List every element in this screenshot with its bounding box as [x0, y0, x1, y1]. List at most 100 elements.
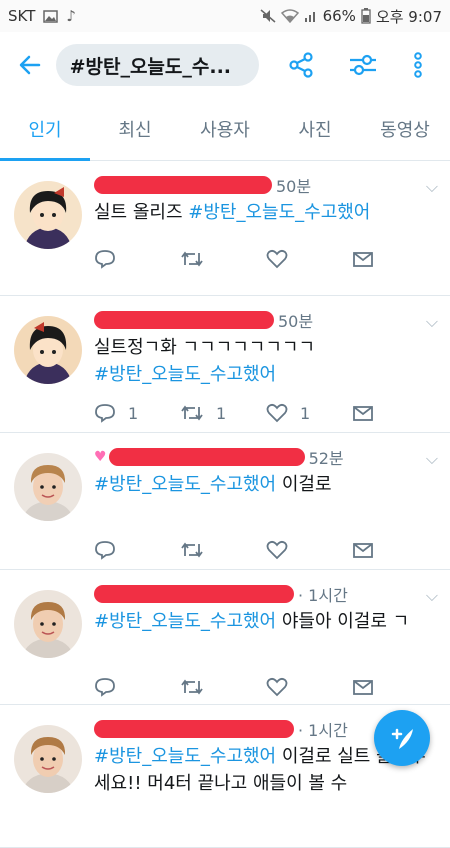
reply-count: 1 [128, 403, 139, 423]
redacted-username [94, 720, 294, 738]
heart-emoji-icon: ♥ [94, 449, 107, 465]
search-input[interactable]: #방탄_오늘도_수... [55, 44, 260, 86]
tab-photos[interactable]: 사진 [270, 98, 360, 160]
retweet-icon [181, 405, 203, 421]
tweet-meta: · 1시간 ⌵ [94, 582, 438, 606]
redacted-username [94, 585, 294, 603]
dm-icon [353, 252, 373, 267]
redacted-username [94, 311, 274, 329]
dm-icon [353, 543, 373, 558]
chevron-down-icon[interactable]: ⌵ [426, 449, 438, 469]
tweet-time: 50분 [276, 177, 312, 196]
more-button[interactable] [398, 45, 438, 85]
tweet-time: 50분 [278, 312, 314, 331]
back-button[interactable] [12, 47, 48, 83]
tab-videos[interactable]: 동영상 [360, 98, 450, 160]
redacted-username [108, 448, 305, 466]
share-button[interactable] [281, 45, 321, 85]
chevron-down-icon[interactable]: ⌵ [426, 177, 438, 197]
like-icon [266, 540, 288, 560]
tweet-actions [94, 672, 438, 702]
more-vertical-icon [414, 52, 423, 78]
tweet-actions [94, 535, 438, 565]
hashtag-link[interactable]: #방탄_오늘도_수고했어 [94, 611, 276, 632]
reply-icon [95, 404, 115, 423]
avatar[interactable] [14, 453, 82, 521]
avatar[interactable] [14, 725, 82, 793]
tweet-meta: ♥ 52분 ⌵ [94, 445, 438, 469]
tweet-actions [94, 244, 438, 274]
like-button[interactable] [266, 539, 352, 561]
chevron-down-icon[interactable]: ⌵ [426, 586, 438, 606]
reply-icon [95, 250, 115, 269]
retweet-button[interactable] [180, 248, 266, 270]
tab-top[interactable]: 인기 [0, 98, 90, 161]
like-icon [266, 249, 288, 269]
tweet-item[interactable]: ♥ 52분 ⌵ #방탄_오늘도_수고했어 이걸로 [0, 433, 450, 570]
tweet-actions: 1 1 1 [94, 398, 438, 428]
reply-icon [95, 541, 115, 560]
reply-button[interactable] [94, 248, 180, 270]
reply-button[interactable] [94, 539, 180, 561]
dm-icon [353, 680, 373, 695]
retweet-icon [181, 679, 203, 695]
dm-icon [353, 406, 373, 421]
like-button[interactable] [266, 248, 352, 270]
signal-icon [304, 12, 315, 22]
tab-latest[interactable]: 최신 [90, 98, 180, 160]
search-header: #방탄_오늘도_수... [0, 32, 450, 98]
tweet-text: #방탄_오늘도_수고했어 야들아 이걸로 ㄱ [94, 611, 410, 632]
dm-button[interactable] [352, 676, 438, 698]
tweet-text: #방탄_오늘도_수고했어 이걸로 [94, 474, 332, 495]
hashtag-link[interactable]: #방탄_오늘도_수고했어 [94, 364, 276, 385]
tab-people[interactable]: 사용자 [180, 98, 270, 160]
share-icon [289, 52, 313, 78]
like-button[interactable] [266, 676, 352, 698]
hashtag-link[interactable]: #방탄_오늘도_수고했어 [94, 746, 276, 767]
back-arrow-icon [19, 55, 41, 75]
compose-tweet-button[interactable] [374, 710, 430, 766]
chevron-down-icon[interactable]: ⌵ [426, 312, 438, 332]
filter-icon [349, 54, 376, 76]
retweet-icon [181, 251, 203, 267]
wifi-icon [280, 9, 299, 23]
reply-button[interactable]: 1 [94, 402, 180, 424]
dm-button[interactable] [352, 539, 438, 561]
status-bar: SKT ♪ 66% 오후 9:07 [0, 0, 450, 32]
tweet-item[interactable]: 50분 ⌵ 실트정ㄱ화 ㄱㄱㄱㄱㄱㄱㄱㄱ #방탄_오늘도_수고했어 1 1 1 [0, 296, 450, 433]
carrier-label: SKT [8, 7, 36, 25]
clock: 오후 9:07 [375, 7, 442, 26]
hashtag-link[interactable]: #방탄_오늘도_수고했어 [94, 474, 276, 495]
compose-icon [391, 728, 413, 749]
redacted-username [94, 176, 272, 194]
tweet-time: · 1시간 [298, 586, 348, 605]
mute-icon [260, 9, 276, 23]
hashtag-link[interactable]: #방탄_오늘도_수고했어 [188, 202, 370, 223]
tweet-item[interactable]: 50분 ⌵ 실트 올리즈 #방탄_오늘도_수고했어 [0, 161, 450, 296]
gallery-icon [43, 9, 59, 23]
dm-button[interactable] [352, 248, 438, 270]
tweet-item[interactable]: · 1시간 ⌵ #방탄_오늘도_수고했어 야들아 이걸로 ㄱ [0, 570, 450, 705]
tweet-text: 실트정ㄱ화 ㄱㄱㄱㄱㄱㄱㄱㄱ #방탄_오늘도_수고했어 [94, 337, 316, 385]
tweet-text: 실트 올리즈 #방탄_오늘도_수고했어 [94, 202, 371, 223]
retweet-button[interactable] [180, 676, 266, 698]
reply-button[interactable] [94, 676, 180, 698]
avatar[interactable] [14, 181, 82, 249]
music-icon: ♪ [66, 7, 76, 25]
retweet-button[interactable]: 1 [180, 402, 266, 424]
like-button[interactable]: 1 [266, 402, 352, 424]
tweet-time: 52분 [308, 449, 344, 468]
like-count: 1 [300, 403, 311, 423]
tab-bar: 인기 최신 사용자 사진 동영상 [0, 98, 450, 161]
filter-button[interactable] [343, 45, 383, 85]
dm-button[interactable] [352, 402, 438, 424]
retweet-button[interactable] [180, 539, 266, 561]
tweet-meta: 50분 ⌵ [94, 308, 438, 332]
battery-percent: 66% [322, 7, 356, 25]
like-icon [266, 403, 288, 423]
tweet-time: · 1시간 [298, 721, 348, 740]
avatar[interactable] [14, 590, 82, 658]
battery-icon [361, 8, 371, 24]
like-icon [266, 677, 288, 697]
avatar[interactable] [14, 316, 82, 384]
